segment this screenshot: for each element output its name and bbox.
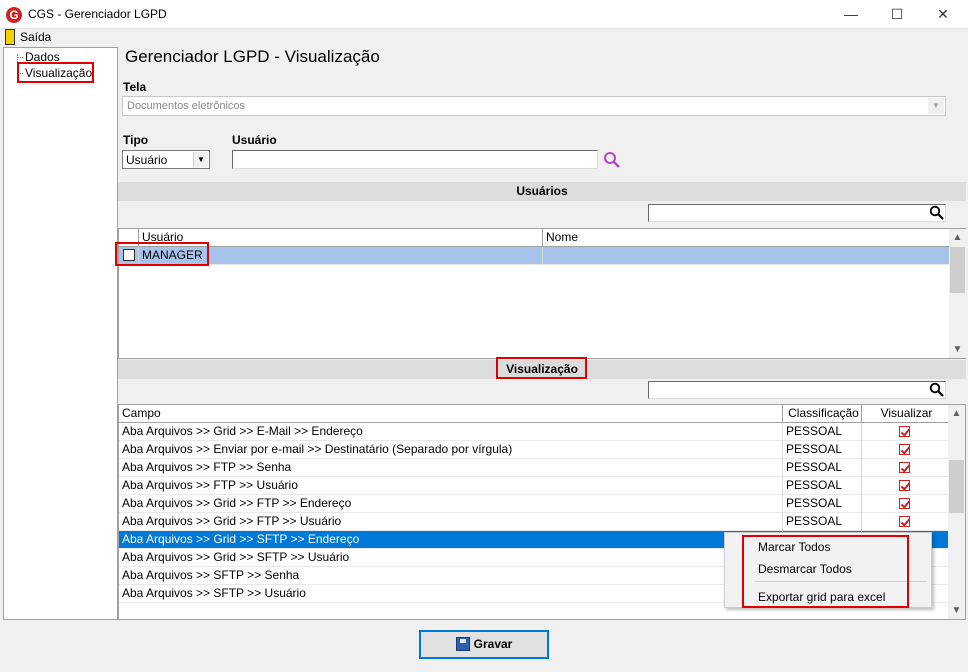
maximize-button[interactable]: ☐ <box>874 0 920 29</box>
navigation-tree <box>3 47 118 620</box>
scroll-thumb[interactable] <box>950 247 965 293</box>
cell-classificacao: PESSOAL <box>783 477 862 495</box>
cell-visualizar <box>862 423 948 441</box>
app-logo-icon: G <box>6 7 22 23</box>
table-row[interactable]: Aba Arquivos >> FTP >> Usuário PESSOAL <box>119 477 948 495</box>
usuario-label: Usuário <box>232 133 277 147</box>
cell-campo: Aba Arquivos >> Grid >> SFTP >> Usuário <box>119 549 783 567</box>
menu-exit[interactable]: Saída <box>20 30 51 44</box>
minimize-button[interactable]: — <box>828 0 874 29</box>
table-row[interactable]: Aba Arquivos >> Grid >> E-Mail >> Endere… <box>119 423 948 441</box>
chevron-down-icon: ▼ <box>928 98 944 114</box>
visualizar-checkbox[interactable] <box>899 444 910 455</box>
chevron-down-icon: ▼ <box>193 152 208 167</box>
column-header-campo[interactable]: Campo <box>119 405 783 423</box>
cell-nome <box>543 247 950 265</box>
column-header-visualizar[interactable]: Visualizar <box>862 405 948 423</box>
tipo-select-value: Usuário <box>126 153 168 167</box>
scroll-up-icon[interactable]: ▲ <box>949 229 966 246</box>
tipo-select[interactable]: Usuário ▼ <box>122 150 210 169</box>
search-icon[interactable] <box>929 205 945 221</box>
grid-header: Campo Classificação Visualizar <box>119 405 948 423</box>
visualizar-checkbox[interactable] <box>899 498 910 509</box>
table-row[interactable]: Aba Arquivos >> Grid >> FTP >> Usuário PE… <box>119 513 948 531</box>
table-row[interactable]: Aba Arquivos >> Enviar por e-mail >> Des… <box>119 441 948 459</box>
highlight-box <box>742 535 909 608</box>
exit-door-icon[interactable] <box>5 29 15 45</box>
cell-campo: Aba Arquivos >> Grid >> E-Mail >> Endere… <box>119 423 783 441</box>
cell-visualizar <box>862 459 948 477</box>
save-button-label: Gravar <box>473 637 513 651</box>
column-header-classificacao[interactable]: Classificação <box>783 405 862 423</box>
tela-select[interactable]: Documentos eletrônicos ▼ <box>122 96 946 116</box>
cell-classificacao: PESSOAL <box>783 513 862 531</box>
visualizar-checkbox[interactable] <box>899 480 910 491</box>
close-button[interactable]: ✕ <box>920 0 966 29</box>
cell-classificacao: PESSOAL <box>783 495 862 513</box>
search-icon[interactable] <box>603 151 621 169</box>
scroll-thumb[interactable] <box>949 460 964 513</box>
visualizar-checkbox[interactable] <box>899 516 910 527</box>
window-title: CGS - Gerenciador LGPD <box>28 7 167 21</box>
scroll-up-icon[interactable]: ▲ <box>948 405 965 422</box>
usuarios-section-header: Usuários <box>118 182 966 201</box>
visualizacao-search-input[interactable] <box>648 381 946 399</box>
cell-campo: Aba Arquivos >> SFTP >> Usuário <box>119 585 783 603</box>
column-header-nome[interactable]: Nome <box>543 229 950 247</box>
cell-visualizar <box>862 441 948 459</box>
table-row[interactable]: MANAGER <box>119 247 950 265</box>
usuario-input[interactable] <box>232 150 598 169</box>
scroll-down-icon[interactable]: ▼ <box>948 602 965 619</box>
tree-item-visualizacao[interactable]: Visualização <box>25 66 92 80</box>
tree-connector <box>17 57 23 58</box>
cell-campo: Aba Arquivos >> Grid >> SFTP >> Endereço <box>119 531 783 549</box>
tela-label: Tela <box>123 80 147 94</box>
page-title: Gerenciador LGPD - Visualização <box>125 47 380 66</box>
highlight-box <box>496 357 587 379</box>
visualizar-checkbox[interactable] <box>899 462 910 473</box>
cell-campo: Aba Arquivos >> FTP >> Senha <box>119 459 783 477</box>
search-icon[interactable] <box>929 382 945 398</box>
cell-campo: Aba Arquivos >> Grid >> FTP >> Endereço <box>119 495 783 513</box>
scroll-down-icon[interactable]: ▼ <box>949 341 966 358</box>
cell-classificacao: PESSOAL <box>783 441 862 459</box>
visualizacao-scrollbar[interactable]: ▲ ▼ <box>948 405 965 619</box>
usuarios-search-input[interactable] <box>648 204 946 222</box>
cell-visualizar <box>862 495 948 513</box>
cell-visualizar <box>862 513 948 531</box>
table-row[interactable]: Aba Arquivos >> FTP >> Senha PESSOAL <box>119 459 948 477</box>
floppy-disk-icon <box>455 637 470 651</box>
usuarios-scrollbar[interactable]: ▲ ▼ <box>949 229 966 358</box>
usuarios-grid: Usuário Nome MANAGER ▲ ▼ <box>118 228 966 359</box>
save-button[interactable]: Gravar <box>419 630 549 659</box>
grid-header: Usuário Nome <box>119 229 950 247</box>
cell-campo: Aba Arquivos >> Grid >> FTP >> Usuário <box>119 513 783 531</box>
cell-visualizar <box>862 477 948 495</box>
highlight-box <box>115 242 209 266</box>
menu-bar <box>0 29 968 47</box>
cell-campo: Aba Arquivos >> SFTP >> Senha <box>119 567 783 585</box>
cell-campo: Aba Arquivos >> FTP >> Usuário <box>119 477 783 495</box>
cell-classificacao: PESSOAL <box>783 423 862 441</box>
tela-select-value: Documentos eletrônicos <box>127 100 246 112</box>
cell-campo: Aba Arquivos >> Enviar por e-mail >> Des… <box>119 441 783 459</box>
tipo-label: Tipo <box>123 133 149 147</box>
table-row[interactable]: Aba Arquivos >> Grid >> FTP >> Endereço P… <box>119 495 948 513</box>
visualizar-checkbox[interactable] <box>899 426 910 437</box>
cell-classificacao: PESSOAL <box>783 459 862 477</box>
